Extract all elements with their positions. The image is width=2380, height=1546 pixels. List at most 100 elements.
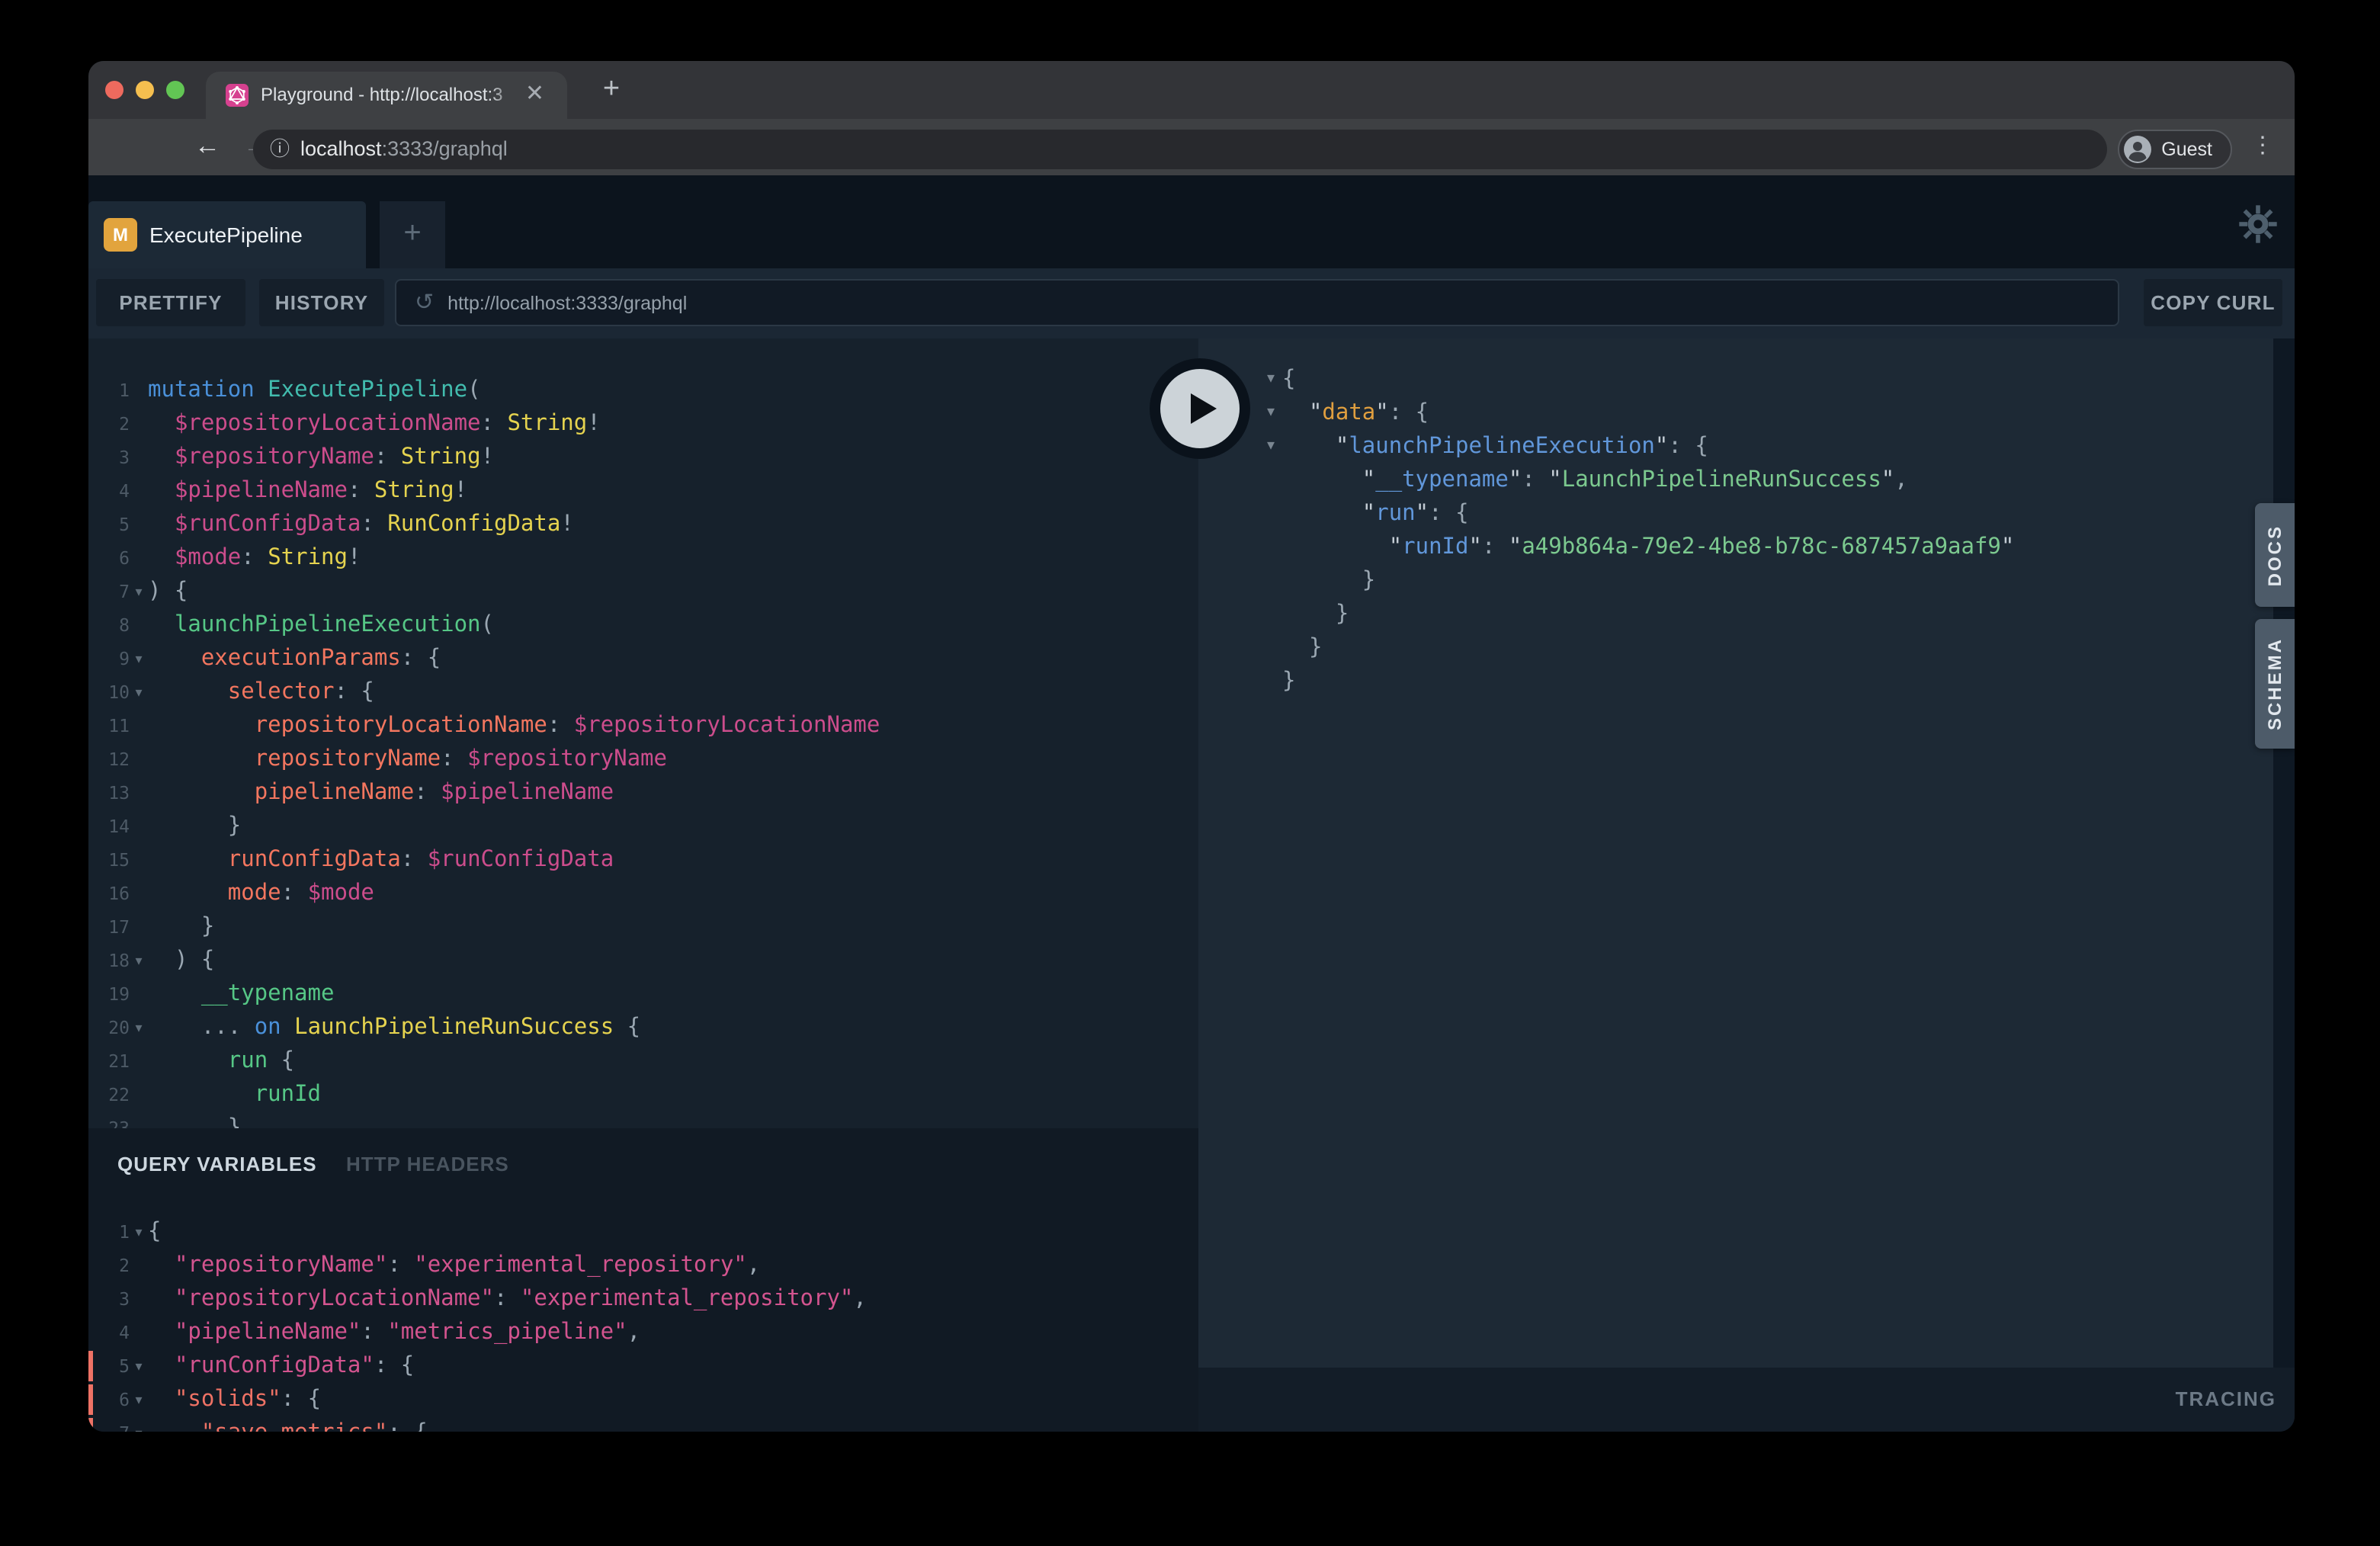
response-viewer[interactable]: ▾{▾ "data": {▾ "launchPipelineExecution"… (1198, 338, 2295, 1368)
execute-query-button[interactable] (1150, 358, 1250, 459)
copy-curl-button[interactable]: COPY CURL (2144, 279, 2282, 326)
line-number: 10 (88, 675, 130, 709)
fold-spacer (130, 407, 148, 441)
query-editor-lines: 1mutation ExecutePipeline(2 $repositoryL… (88, 374, 1198, 1128)
line-number: 11 (88, 709, 130, 743)
fold-spacer (130, 1078, 148, 1111)
window-minimize-button[interactable] (136, 81, 154, 99)
fold-spacer (1259, 564, 1282, 598)
code-line: "run": { (1198, 497, 2295, 531)
fold-toggle-icon[interactable]: ▾ (130, 1416, 148, 1432)
new-tab-button[interactable]: + (589, 61, 634, 119)
fold-spacer (130, 1316, 148, 1349)
code-text: mutation ExecutePipeline( (148, 374, 481, 407)
line-number: 2 (88, 407, 130, 441)
fold-toggle-icon[interactable]: ▾ (130, 575, 148, 608)
fold-spacer (1259, 665, 1282, 698)
line-number: 22 (88, 1078, 130, 1111)
fold-spacer (130, 877, 148, 910)
fold-spacer (130, 1282, 148, 1316)
avatar-icon (2123, 136, 2151, 163)
fold-toggle-icon[interactable]: ▾ (130, 1215, 148, 1249)
code-text: } (1282, 665, 1295, 698)
profile-button[interactable]: Guest (2117, 130, 2232, 169)
prettify-button[interactable]: PRETTIFY (96, 279, 245, 326)
fold-toggle-icon[interactable]: ▾ (130, 1349, 148, 1383)
history-button[interactable]: HISTORY (259, 279, 384, 326)
line-number: 8 (88, 608, 130, 642)
code-text: } (1282, 598, 1349, 631)
code-text: ... on LaunchPipelineRunSuccess { (148, 1011, 640, 1044)
code-line: 12 repositoryName: $repositoryName (88, 743, 1198, 776)
code-line: 3 $repositoryName: String! (88, 441, 1198, 474)
graphql-favicon-icon (226, 84, 249, 107)
fold-spacer (130, 709, 148, 743)
session-tab-executepipeline[interactable]: M ExecutePipeline × (88, 201, 366, 268)
code-line: 1mutation ExecutePipeline( (88, 374, 1198, 407)
window-close-button[interactable] (105, 81, 123, 99)
code-text: { (1282, 363, 1295, 396)
fold-toggle-icon[interactable]: ▾ (130, 1011, 148, 1044)
fold-spacer (1259, 463, 1282, 497)
tab-close-icon[interactable]: ✕ (525, 72, 544, 119)
query-editor[interactable]: 1mutation ExecutePipeline(2 $repositoryL… (88, 338, 1198, 1128)
code-line: 8 launchPipelineExecution( (88, 608, 1198, 642)
endpoint-history-icon: ↺ (415, 291, 434, 314)
endpoint-input[interactable]: ↺ http://localhost:3333/graphql (395, 279, 2119, 326)
browser-window: Playground - http://localhost:3 ✕ + ← → … (88, 61, 2295, 1432)
code-text: "data": { (1282, 396, 1429, 430)
tab-schema[interactable]: SCHEMA (2255, 619, 2295, 749)
code-text: run { (148, 1044, 294, 1078)
tracing-toggle[interactable]: TRACING (2176, 1368, 2276, 1432)
settings-gear-icon[interactable] (2238, 204, 2278, 244)
fold-spacer (130, 910, 148, 944)
fold-toggle-icon[interactable]: ▾ (130, 642, 148, 675)
fold-toggle-icon[interactable]: ▾ (130, 675, 148, 709)
address-bar[interactable]: ⓘ localhost:3333/graphql (253, 130, 2107, 169)
code-text: runId (148, 1078, 321, 1111)
code-line: 19 __typename (88, 977, 1198, 1011)
fold-toggle-icon[interactable]: ▾ (1259, 396, 1282, 430)
code-text: } (1282, 631, 1322, 665)
code-line: 5▾ "runConfigData": { (88, 1349, 1198, 1383)
graphql-playground: M ExecutePipeline × + (88, 175, 2295, 1432)
browser-menu-icon[interactable]: ⋮ (2246, 119, 2279, 175)
code-text: } (148, 1111, 241, 1128)
playground-topbar: PRETTIFY HISTORY ↺ http://localhost:3333… (88, 268, 2295, 338)
new-session-button[interactable]: + (380, 201, 445, 268)
line-number: 17 (88, 910, 130, 944)
browser-toolbar: ← → ↻ ⓘ localhost:3333/graphql Guest ⋮ (88, 119, 2295, 175)
fold-spacer (1259, 631, 1282, 665)
fold-toggle-icon[interactable]: ▾ (1259, 430, 1282, 463)
code-line: 4 $pipelineName: String! (88, 474, 1198, 508)
tab-query-variables[interactable]: QUERY VARIABLES (117, 1150, 317, 1180)
line-number: 18 (88, 944, 130, 977)
line-number: 1 (88, 1215, 130, 1249)
window-zoom-button[interactable] (166, 81, 184, 99)
fold-spacer (130, 541, 148, 575)
site-info-icon[interactable]: ⓘ (270, 130, 290, 169)
fold-spacer (130, 810, 148, 843)
tab-http-headers[interactable]: HTTP HEADERS (346, 1150, 509, 1180)
code-text: ) { (148, 575, 188, 608)
variables-panel[interactable]: QUERY VARIABLES HTTP HEADERS 1▾{2 "repos… (88, 1128, 1198, 1432)
fold-spacer (130, 743, 148, 776)
code-text: "run": { (1282, 497, 1469, 531)
docs-label: DOCS (2264, 524, 2285, 585)
code-line: } (1198, 665, 2295, 698)
url-text: localhost:3333/graphql (300, 130, 508, 169)
fold-spacer (130, 608, 148, 642)
browser-tab[interactable]: Playground - http://localhost:3 ✕ (206, 72, 567, 119)
back-icon[interactable]: ← (191, 119, 224, 175)
code-text: $repositoryName: String! (148, 441, 494, 474)
line-number: 4 (88, 474, 130, 508)
code-line: 6 $mode: String! (88, 541, 1198, 575)
fold-toggle-icon[interactable]: ▾ (1259, 363, 1282, 396)
browser-tabstrip: Playground - http://localhost:3 ✕ + (88, 61, 2295, 119)
code-text: "__typename": "LaunchPipelineRunSuccess"… (1282, 463, 1908, 497)
line-number: 23 (88, 1111, 130, 1128)
code-text: __typename (148, 977, 334, 1011)
fold-toggle-icon[interactable]: ▾ (130, 944, 148, 977)
fold-toggle-icon[interactable]: ▾ (130, 1383, 148, 1416)
tab-docs[interactable]: DOCS (2255, 503, 2295, 607)
